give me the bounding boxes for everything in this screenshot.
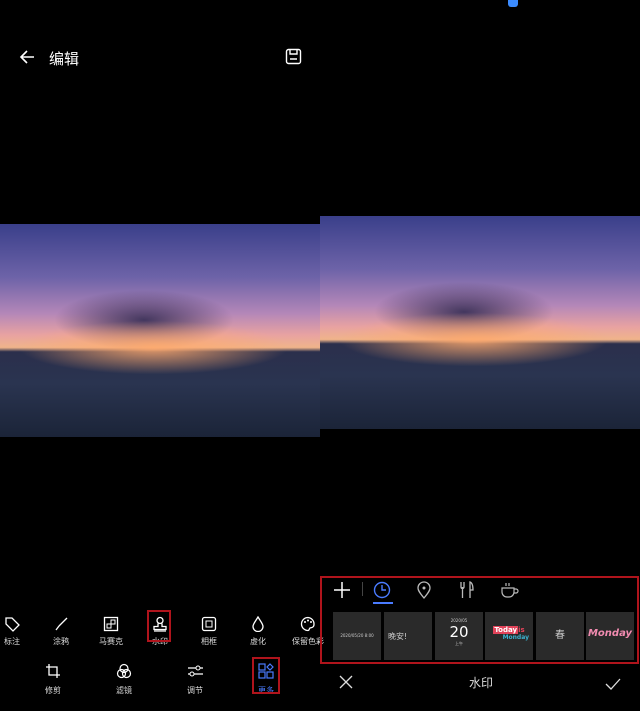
tool-crop[interactable]: 修剪 [28,663,78,696]
watermark-thumb-datetime[interactable]: 2020/05/20 8:00 [333,612,381,660]
close-icon [339,675,353,689]
back-button[interactable] [18,48,36,70]
tag-icon [5,617,20,632]
save-icon [285,48,302,65]
clock-icon [373,581,391,599]
page-title: 编辑 [49,50,80,68]
sliders-icon [188,665,203,677]
watermark-highlight [147,610,171,642]
more-highlight [252,657,280,694]
coffee-cup-icon [501,583,519,598]
watermark-thumb-goodnight[interactable]: 晚安! [384,612,432,660]
save-button[interactable] [285,48,302,69]
tool-mosaic[interactable]: 马赛克 [86,616,136,647]
tool-filter[interactable]: 滤镜 [99,663,149,696]
watermark-thumb-monday-script[interactable]: Monday [586,612,634,660]
add-watermark-button[interactable] [333,581,351,603]
tab-food[interactable] [459,581,475,603]
check-icon [605,678,621,690]
tool-frame[interactable]: 相框 [184,616,234,647]
filter-icon [116,663,132,679]
tab-coffee[interactable] [500,581,520,603]
status-icon [508,0,518,7]
divider [362,582,363,596]
watermark-thumb-date[interactable]: 2020/05 20 上午 [435,612,483,660]
panel-title: 水印 [469,676,494,690]
back-arrow-icon [19,50,34,64]
tool-annotate[interactable]: 标注 [0,616,37,647]
tool-doodle[interactable]: 涂鸦 [36,616,86,647]
brush-icon [55,617,68,631]
watermark-thumb-spring[interactable]: 春 [536,612,584,660]
fork-knife-icon [460,581,474,598]
drop-icon [252,616,264,632]
plus-icon [334,582,350,598]
tab-time[interactable] [373,581,393,604]
tab-location[interactable] [416,581,432,603]
tool-blur[interactable]: 虚化 [233,616,283,647]
photo-preview-watermark [320,216,640,429]
crop-icon [46,664,60,678]
photo-preview [0,224,320,437]
frame-icon [201,616,217,632]
cancel-button[interactable] [339,674,353,693]
tool-adjust[interactable]: 调节 [170,663,220,696]
palette-icon [300,616,315,632]
watermark-thumb-today-monday[interactable]: Todayis Monday [485,612,533,660]
mosaic-icon [103,616,119,632]
location-pin-icon [417,581,431,600]
confirm-button[interactable] [605,675,621,694]
